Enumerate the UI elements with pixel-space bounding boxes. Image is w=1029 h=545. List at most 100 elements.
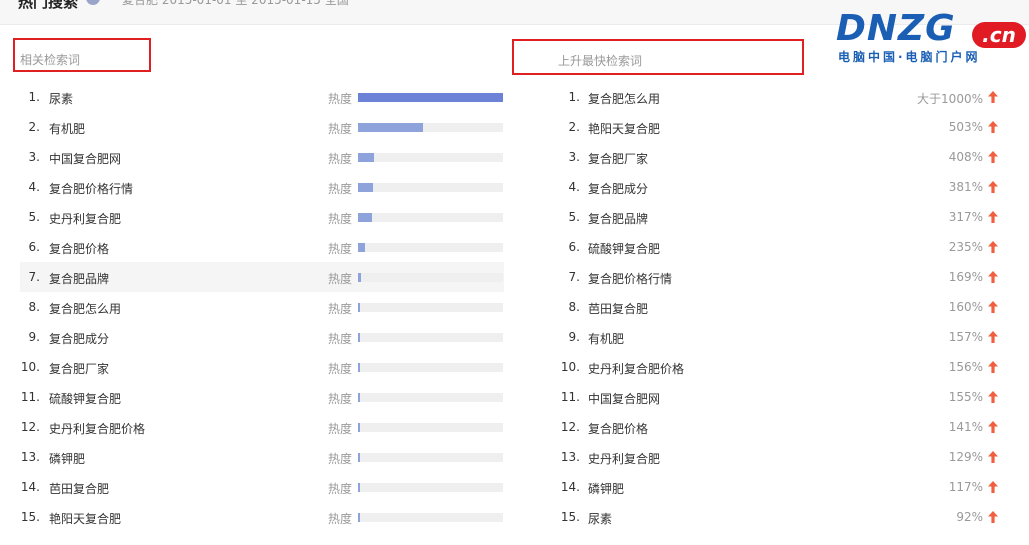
related-row[interactable]: 15. 艳阳天复合肥 热度: [20, 502, 504, 532]
related-row[interactable]: 11. 硫酸钾复合肥 热度: [20, 382, 504, 412]
heat-bar-track: [358, 363, 503, 372]
keyword-link[interactable]: 史丹利复合肥: [49, 210, 121, 227]
rising-row[interactable]: 4. 复合肥成分 381%: [560, 172, 1005, 202]
change-percent: 160%: [948, 300, 983, 314]
keyword-link[interactable]: 磷钾肥: [588, 480, 624, 497]
keyword-link[interactable]: 复合肥厂家: [588, 150, 648, 167]
keyword-link[interactable]: 复合肥怎么用: [588, 90, 660, 107]
rising-row[interactable]: 15. 尿素 92%: [560, 502, 1005, 532]
info-icon[interactable]: [86, 0, 100, 5]
rising-row[interactable]: 6. 硫酸钾复合肥 235%: [560, 232, 1005, 262]
heat-bar-fill: [358, 333, 360, 342]
keyword-link[interactable]: 艳阳天复合肥: [588, 120, 660, 137]
arrow-up-icon: [988, 331, 998, 343]
change-percent: 169%: [948, 270, 983, 284]
section-title: 热门搜索: [18, 0, 79, 11]
keyword-link[interactable]: 复合肥价格行情: [49, 180, 133, 197]
logo-brand: DNZG: [836, 8, 956, 49]
keyword-link[interactable]: 硫酸钾复合肥: [49, 390, 121, 407]
related-row[interactable]: 14. 芭田复合肥 热度: [20, 472, 504, 502]
change-percent: 503%: [948, 120, 983, 134]
rising-row[interactable]: 10. 史丹利复合肥价格 156%: [560, 352, 1005, 382]
keyword-link[interactable]: 复合肥品牌: [49, 270, 109, 287]
keyword-link[interactable]: 复合肥厂家: [49, 360, 109, 377]
heat-bar-track: [358, 273, 503, 282]
keyword-link[interactable]: 磷钾肥: [49, 450, 85, 467]
rising-row[interactable]: 7. 复合肥价格行情 169%: [560, 262, 1005, 292]
related-row[interactable]: 12. 史丹利复合肥价格 热度: [20, 412, 504, 442]
related-row[interactable]: 8. 复合肥怎么用 热度: [20, 292, 504, 322]
keyword-link[interactable]: 有机肥: [588, 330, 624, 347]
related-row[interactable]: 2. 有机肥 热度: [20, 112, 504, 142]
rising-row[interactable]: 12. 复合肥价格 141%: [560, 412, 1005, 442]
rising-row[interactable]: 8. 芭田复合肥 160%: [560, 292, 1005, 322]
keyword-link[interactable]: 尿素: [49, 90, 73, 107]
keyword-link[interactable]: 中国复合肥网: [588, 390, 660, 407]
related-header-box: 相关检索词: [13, 38, 151, 72]
heat-bar-fill: [358, 153, 374, 162]
keyword-link[interactable]: 芭田复合肥: [49, 480, 109, 497]
keyword-link[interactable]: 有机肥: [49, 120, 85, 137]
keyword-link[interactable]: 硫酸钾复合肥: [588, 240, 660, 257]
rank-number: 4.: [568, 180, 580, 194]
related-row[interactable]: 9. 复合肥成分 热度: [20, 322, 504, 352]
keyword-link[interactable]: 复合肥成分: [49, 330, 109, 347]
rank-number: 5.: [28, 210, 40, 224]
related-row[interactable]: 4. 复合肥价格行情 热度: [20, 172, 504, 202]
keyword-link[interactable]: 复合肥成分: [588, 180, 648, 197]
heat-bar-fill: [358, 303, 360, 312]
heat-label: 热度: [328, 422, 353, 436]
rank-number: 3.: [568, 150, 580, 164]
change-percent: 141%: [948, 420, 983, 434]
change-percent: 317%: [948, 210, 983, 224]
arrow-up-icon: [988, 271, 998, 283]
change-percent: 157%: [948, 330, 983, 344]
keyword-link[interactable]: 中国复合肥网: [49, 150, 121, 167]
rising-row[interactable]: 11. 中国复合肥网 155%: [560, 382, 1005, 412]
arrow-up-icon: [988, 211, 998, 223]
keyword-link[interactable]: 史丹利复合肥价格: [49, 420, 145, 437]
related-row[interactable]: 10. 复合肥厂家 热度: [20, 352, 504, 382]
arrow-up-icon: [988, 151, 998, 163]
keyword-link[interactable]: 复合肥怎么用: [49, 300, 121, 317]
heat-label: 热度: [328, 92, 353, 106]
heat-label: 热度: [328, 152, 353, 166]
keyword-link[interactable]: 芭田复合肥: [588, 300, 648, 317]
related-row[interactable]: 3. 中国复合肥网 热度: [20, 142, 504, 172]
related-row[interactable]: 6. 复合肥价格 热度: [20, 232, 504, 262]
heat-label: 热度: [328, 392, 353, 406]
rising-row[interactable]: 2. 艳阳天复合肥 503%: [560, 112, 1005, 142]
keyword-link[interactable]: 史丹利复合肥价格: [588, 360, 684, 377]
keyword-link[interactable]: 复合肥品牌: [588, 210, 648, 227]
rising-row[interactable]: 3. 复合肥厂家 408%: [560, 142, 1005, 172]
related-row[interactable]: 1. 尿素 热度: [20, 82, 504, 112]
rising-row[interactable]: 5. 复合肥品牌 317%: [560, 202, 1005, 232]
heat-bar-track: [358, 123, 503, 132]
rank-number: 6.: [28, 240, 40, 254]
rank-number: 13.: [560, 450, 580, 464]
rising-row[interactable]: 14. 磷钾肥 117%: [560, 472, 1005, 502]
keyword-link[interactable]: 复合肥价格: [49, 240, 109, 257]
arrow-up-icon: [988, 481, 998, 493]
heat-label: 热度: [328, 512, 353, 526]
rising-row[interactable]: 13. 史丹利复合肥 129%: [560, 442, 1005, 472]
related-row[interactable]: 5. 史丹利复合肥 热度: [20, 202, 504, 232]
keyword-link[interactable]: 艳阳天复合肥: [49, 510, 121, 527]
related-row[interactable]: 7. 复合肥品牌 热度: [20, 262, 504, 292]
arrow-up-icon: [988, 301, 998, 313]
rising-row[interactable]: 9. 有机肥 157%: [560, 322, 1005, 352]
keyword-link[interactable]: 复合肥价格: [588, 420, 648, 437]
rising-row[interactable]: 1. 复合肥怎么用 大于1000%: [560, 82, 1005, 112]
keyword-link[interactable]: 史丹利复合肥: [588, 450, 660, 467]
heat-bar-track: [358, 93, 503, 102]
heat-bar-track: [358, 453, 503, 462]
heat-bar-fill: [358, 423, 360, 432]
heat-bar-track: [358, 183, 503, 192]
arrow-up-icon: [988, 181, 998, 193]
keyword-link[interactable]: 尿素: [588, 510, 612, 527]
heat-bar-track: [358, 243, 503, 252]
keyword-link[interactable]: 复合肥价格行情: [588, 270, 672, 287]
query-meta: 复合肥 2015-01-01 至 2015-01-15 全国: [122, 0, 349, 7]
site-logo: DNZG .cn 电脑中国·电脑门户网: [836, 8, 1026, 68]
related-row[interactable]: 13. 磷钾肥 热度: [20, 442, 504, 472]
